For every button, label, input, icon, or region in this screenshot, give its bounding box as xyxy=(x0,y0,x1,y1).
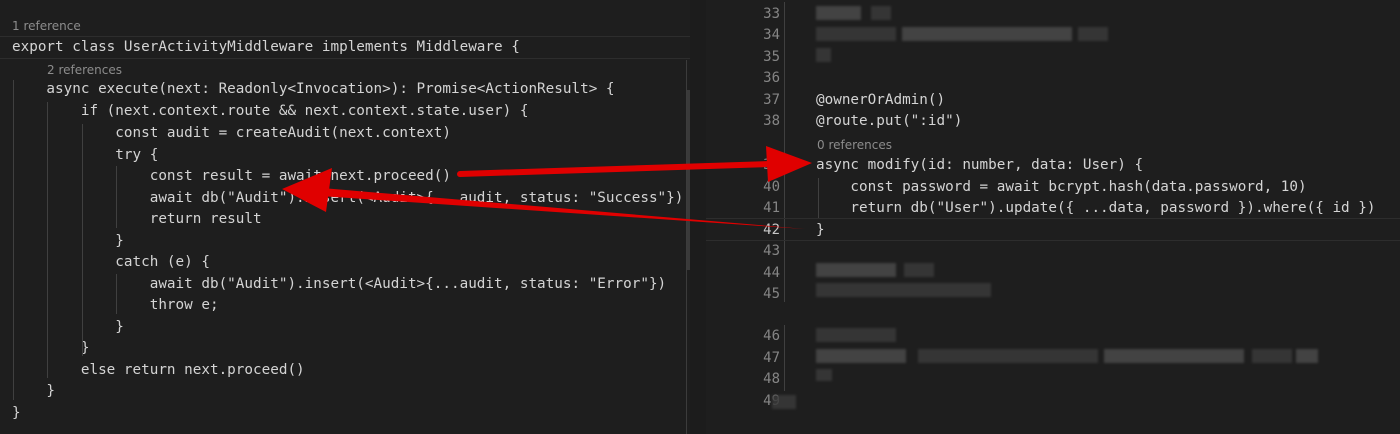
redacted-code xyxy=(902,27,1072,41)
redacted-code xyxy=(816,6,861,20)
code-line-4[interactable]: const audit = createAudit(next.context) xyxy=(12,123,451,143)
line-number: 37 xyxy=(763,92,780,108)
indent-guide xyxy=(784,325,785,391)
code-line-41[interactable]: return db("User").update({ ...data, pass… xyxy=(816,198,1375,218)
code-line-11[interactable]: await db("Audit").insert(<Audit>{...audi… xyxy=(12,274,666,294)
codelens-method-references[interactable]: 2 references xyxy=(47,62,122,78)
codelens-method-references[interactable]: 0 references xyxy=(817,137,892,153)
code-line-38[interactable]: @route.put(":id") xyxy=(816,111,962,131)
code-line-42[interactable]: } xyxy=(816,220,825,240)
code-line-9[interactable]: } xyxy=(12,231,124,251)
code-line-3[interactable]: if (next.context.route && next.context.s… xyxy=(12,101,529,121)
line-number: 47 xyxy=(763,350,780,366)
redacted-code xyxy=(1104,349,1244,363)
redacted-code xyxy=(1252,349,1292,363)
code-line-1[interactable]: export class UserActivityMiddleware impl… xyxy=(12,37,520,57)
left-editor-pane[interactable]: 1 reference export class UserActivityMid… xyxy=(0,0,690,434)
line-number: 41 xyxy=(763,200,780,216)
redacted-code xyxy=(772,395,796,409)
current-line-highlight-bottom xyxy=(0,58,690,59)
code-line-13[interactable]: } xyxy=(12,317,124,337)
code-line-37[interactable]: @ownerOrAdmin() xyxy=(816,90,945,110)
line-number: 48 xyxy=(763,371,780,387)
indent-guide xyxy=(47,102,48,378)
line-number: 44 xyxy=(763,265,780,281)
redacted-code xyxy=(1078,27,1108,41)
line-number: 35 xyxy=(763,49,780,65)
line-number: 34 xyxy=(763,27,780,43)
redacted-code xyxy=(816,27,896,41)
current-line-highlight xyxy=(706,218,1400,219)
code-line-40[interactable]: const password = await bcrypt.hash(data.… xyxy=(816,177,1306,197)
line-number: 45 xyxy=(763,286,780,302)
redacted-code xyxy=(904,263,934,277)
redacted-code xyxy=(816,283,991,297)
line-number: 40 xyxy=(763,179,780,195)
indent-guide xyxy=(116,166,117,228)
code-line-6[interactable]: const result = await next.proceed() xyxy=(12,166,451,186)
code-line-15[interactable]: else return next.proceed() xyxy=(12,360,305,380)
pane-divider[interactable] xyxy=(690,0,706,434)
right-editor-pane[interactable]: 33 34 35 36 37 38 39 40 41 42 43 44 45 4… xyxy=(706,0,1400,434)
code-line-14[interactable]: } xyxy=(12,338,90,358)
code-line-7[interactable]: await db("Audit").insert(<Audit>{...audi… xyxy=(12,188,684,208)
codelens-class-references[interactable]: 1 reference xyxy=(12,18,81,34)
line-number: 46 xyxy=(763,328,780,344)
code-line-17[interactable]: } xyxy=(12,403,21,423)
code-line-2[interactable]: async execute(next: Readonly<Invocation>… xyxy=(12,79,614,99)
redacted-code xyxy=(918,349,1098,363)
redacted-code xyxy=(816,349,906,363)
line-number: 33 xyxy=(763,6,780,22)
redacted-code xyxy=(816,369,832,381)
redacted-code xyxy=(871,6,891,20)
indent-guide xyxy=(784,2,785,302)
current-line-highlight-bottom xyxy=(706,240,1400,241)
redacted-code xyxy=(816,263,896,277)
line-number: 39 xyxy=(763,157,780,173)
code-line-10[interactable]: catch (e) { xyxy=(12,252,210,272)
indent-guide xyxy=(116,274,117,314)
code-line-16[interactable]: } xyxy=(12,381,55,401)
line-number: 38 xyxy=(763,113,780,129)
code-line-8[interactable]: return result xyxy=(12,209,262,229)
line-number: 43 xyxy=(763,243,780,259)
redacted-code xyxy=(816,48,831,62)
redacted-code xyxy=(1296,349,1318,363)
indent-guide xyxy=(13,80,14,400)
redacted-code xyxy=(816,328,896,342)
code-line-39[interactable]: async modify(id: number, data: User) { xyxy=(816,155,1143,175)
line-number: 36 xyxy=(763,70,780,86)
indent-guide xyxy=(82,124,83,356)
code-line-5[interactable]: try { xyxy=(12,145,158,165)
line-number-active: 42 xyxy=(763,222,780,238)
